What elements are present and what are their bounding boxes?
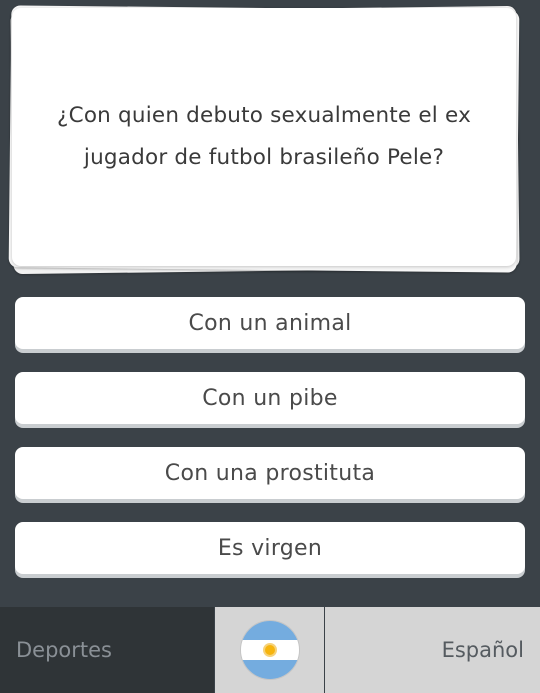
answer-button-4[interactable]: Es virgen [15, 522, 525, 574]
question-text: ¿Con quien debuto sexualmente el ex juga… [57, 103, 471, 170]
language-label: Español [441, 638, 524, 662]
bottom-bar: Deportes Español [0, 607, 540, 693]
country-flag-button[interactable] [215, 607, 324, 693]
category-label: Deportes [16, 638, 112, 662]
question-card-stack: ¿Con quien debuto sexualmente el ex juga… [8, 5, 522, 275]
answer-button-3[interactable]: Con una prostituta [15, 447, 525, 499]
argentina-flag-icon [240, 621, 299, 679]
answer-button-1[interactable]: Con un animal [15, 297, 525, 349]
question-card: ¿Con quien debuto sexualmente el ex juga… [12, 8, 516, 266]
sun-of-may-icon [264, 645, 275, 655]
answer-list: Con un animal Con un pibe Con una prosti… [15, 297, 525, 597]
category-button[interactable]: Deportes [0, 607, 214, 693]
language-button[interactable]: Español [325, 607, 540, 693]
answer-button-2[interactable]: Con un pibe [15, 372, 525, 424]
